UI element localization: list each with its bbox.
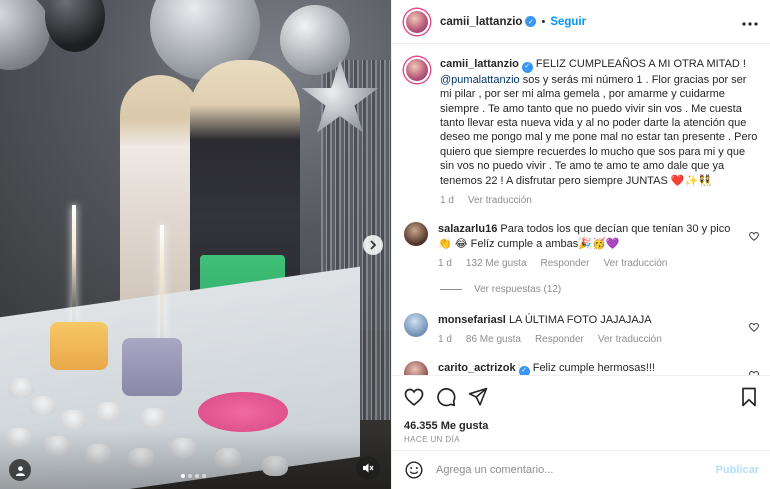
avatar[interactable]: [404, 222, 428, 247]
comment-age: 1 d: [438, 333, 452, 345]
chevron-right-icon[interactable]: [363, 235, 383, 255]
translate-link[interactable]: Ver traducción: [598, 333, 662, 347]
translate-link[interactable]: Ver traducción: [603, 257, 667, 271]
reply-button[interactable]: Responder: [541, 257, 590, 271]
user-tag-icon[interactable]: [9, 459, 31, 481]
author-username[interactable]: camii_lattanzio: [440, 16, 522, 28]
comment-item: carito_actrizok ✓ Feliz cumple hermosas!!…: [404, 361, 759, 375]
more-horizontal-icon[interactable]: [742, 13, 758, 31]
verified-badge-icon: ✓: [518, 366, 530, 375]
dessert-cup: [60, 410, 86, 430]
media-shadow: [0, 429, 391, 489]
dessert-cup: [140, 408, 166, 428]
caption-mention[interactable]: @pumalattanzio: [440, 74, 520, 86]
comment-input[interactable]: [436, 464, 716, 476]
comment-composer: Publicar: [392, 450, 770, 489]
comment-item: monsefariasl LA ÚLTIMA FOTO JAJAJAJA 1 d…: [404, 312, 759, 348]
comment-age: 1 d: [438, 258, 452, 270]
dessert-cup: [30, 396, 56, 416]
comment-likes[interactable]: 132 Me gusta: [466, 257, 527, 271]
post-actions: 46.355 Me gusta HACE UN DÍA: [392, 375, 770, 444]
dessert-cup: [8, 378, 34, 398]
caption-age: 1 d: [440, 194, 454, 206]
comment-username[interactable]: monsefariasl: [438, 314, 506, 326]
sparkler: [72, 205, 76, 325]
mute-icon[interactable]: [356, 456, 380, 480]
caption-meta: 1 d Ver traducción: [440, 194, 759, 208]
post-header: camii_lattanzio ✓ • Seguir: [392, 0, 770, 44]
view-replies-button[interactable]: Ver respuestas (12): [440, 284, 759, 295]
emoji-icon[interactable]: [404, 460, 424, 480]
separator-dot: •: [541, 15, 546, 28]
sparkler: [160, 225, 164, 340]
carousel-indicator: [181, 474, 206, 478]
verified-badge-icon: ✓: [525, 16, 537, 27]
post-panel: camii_lattanzio ✓ • Seguir camii_lattanz…: [391, 0, 770, 489]
comment-body: monsefariasl LA ÚLTIMA FOTO JAJAJAJA 1 d…: [438, 313, 741, 348]
dessert-cup: [95, 402, 121, 422]
caption-text: sos y serás mi número 1 . Flor gracias p…: [440, 73, 758, 187]
comment-text: Feliz cumple hermosas!!!: [532, 362, 655, 375]
pink-plate: [198, 392, 288, 432]
verified-badge-icon: ✓: [521, 61, 533, 73]
likes-count[interactable]: 46.355 Me gusta: [404, 420, 759, 432]
comment-meta: 1 d 86 Me gusta Responder Ver traducción: [438, 333, 741, 347]
caption-text: FELIZ CUMPLEAÑOS A MI OTRA MITAD !: [535, 58, 746, 70]
comment-item: salazarlu16 Para todos los que decían qu…: [404, 222, 759, 271]
post-media[interactable]: [0, 0, 391, 489]
carousel-dot: [181, 474, 185, 478]
heart-icon[interactable]: [404, 387, 424, 407]
comment-likes[interactable]: 86 Me gusta: [466, 333, 521, 347]
comment-username[interactable]: carito_actrizok: [438, 362, 516, 374]
comment-text: LA ÚLTIMA FOTO JAJAJAJA: [508, 313, 652, 326]
caption-username[interactable]: camii_lattanzio: [440, 58, 519, 70]
avatar[interactable]: [404, 312, 428, 337]
follow-button[interactable]: Seguir: [550, 16, 586, 28]
cake-purple: [122, 338, 182, 396]
reply-button[interactable]: Responder: [535, 333, 584, 347]
share-icon[interactable]: [468, 387, 488, 407]
action-icons: [404, 384, 759, 410]
comment-body: salazarlu16 Para todos los que decían qu…: [438, 222, 741, 271]
avatar[interactable]: [404, 57, 430, 83]
comment-body: carito_actrizok ✓ Feliz cumple hermosas!!…: [438, 361, 741, 375]
cake-orange: [50, 322, 108, 370]
comments-list[interactable]: camii_lattanzio ✓ FELIZ CUMPLEAÑOS A MI O…: [392, 45, 770, 375]
avatar[interactable]: [404, 8, 430, 35]
avatar[interactable]: [404, 361, 428, 375]
comment-like-heart-icon[interactable]: [749, 322, 759, 348]
comment-username[interactable]: salazarlu16: [438, 223, 497, 235]
carousel-dot: [195, 474, 199, 478]
post-time[interactable]: HACE UN DÍA: [404, 435, 759, 444]
caption: camii_lattanzio ✓ FELIZ CUMPLEAÑOS A MI O…: [404, 57, 759, 208]
view-replies-label: Ver respuestas (12): [474, 283, 562, 295]
carousel-dot: [188, 474, 192, 478]
comment-icon[interactable]: [436, 387, 456, 407]
replies-divider: [440, 288, 462, 290]
publish-button[interactable]: Publicar: [716, 464, 759, 476]
bookmark-icon[interactable]: [739, 387, 759, 407]
translate-link[interactable]: Ver traducción: [468, 194, 532, 208]
comment-like-heart-icon[interactable]: [749, 232, 759, 271]
caption-body: camii_lattanzio ✓ FELIZ CUMPLEAÑOS A MI O…: [440, 57, 759, 208]
comment-meta: 1 d 132 Me gusta Responder Ver traducció…: [438, 257, 741, 271]
carousel-dot: [202, 474, 206, 478]
